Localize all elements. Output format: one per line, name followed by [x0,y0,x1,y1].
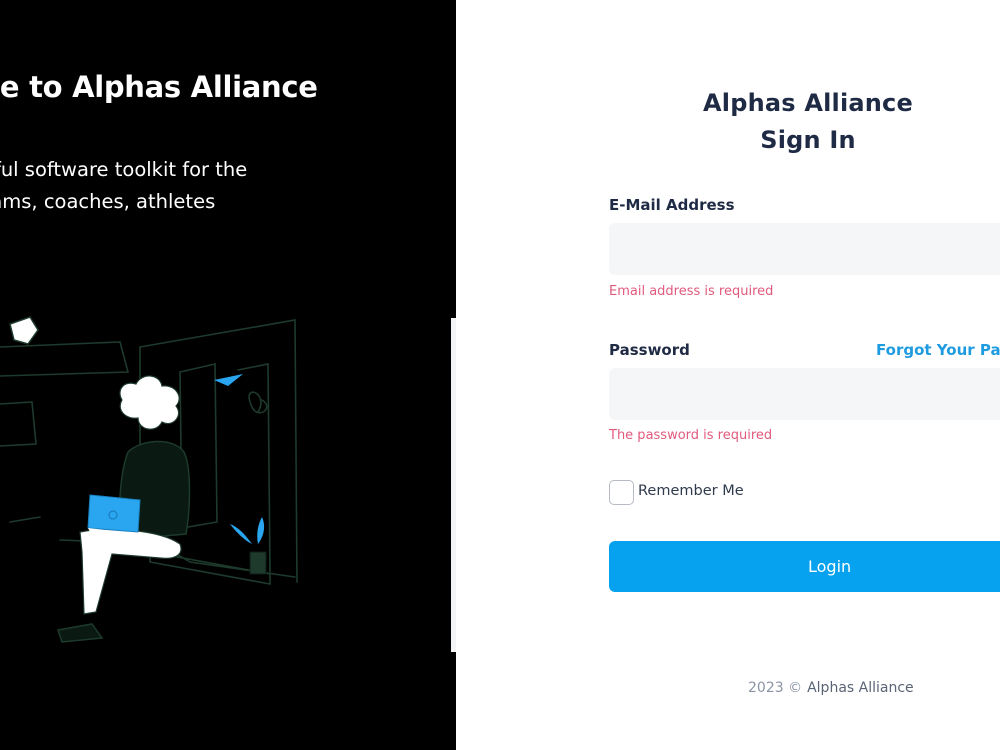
plant-icon [230,517,267,575]
password-label: Password [609,341,690,359]
footer-company-name: Alphas Alliance [807,680,914,696]
paper-plane-icon [214,374,243,386]
email-input[interactable] [609,223,1000,275]
remember-me-checkbox[interactable] [609,480,634,505]
login-button[interactable]: Login [609,541,1000,592]
working-at-laptop-illustration [0,316,298,643]
welcome-subtitle-line-1: werful software toolkit for the [0,158,248,181]
pillow-icon [9,316,39,345]
welcome-title: me to Alphas Alliance [0,70,318,104]
person-sitting-icon [57,375,191,643]
page-title: Sign In [760,126,856,154]
footer: 2023 © Alphas Alliance [748,680,914,696]
welcome-subtitle-line-2: ograms, coaches, athletes [0,190,216,213]
welcome-panel: me to Alphas Alliance werful software to… [0,0,456,750]
welcome-subtitle: werful software toolkit for the ograms, … [0,154,378,218]
remember-me-label[interactable]: Remember Me [638,483,744,499]
email-label: E-Mail Address [609,196,735,214]
password-error-message: The password is required [609,428,773,443]
email-error-message: Email address is required [609,284,774,299]
signin-panel: Alphas Alliance Sign In E-Mail Address E… [456,0,1000,750]
app-name: Alphas Alliance [703,89,913,117]
password-input[interactable] [609,368,1000,420]
footer-copyright-year: 2023 © [748,680,803,696]
forgot-password-link[interactable]: Forgot Your Pass [876,341,1000,359]
